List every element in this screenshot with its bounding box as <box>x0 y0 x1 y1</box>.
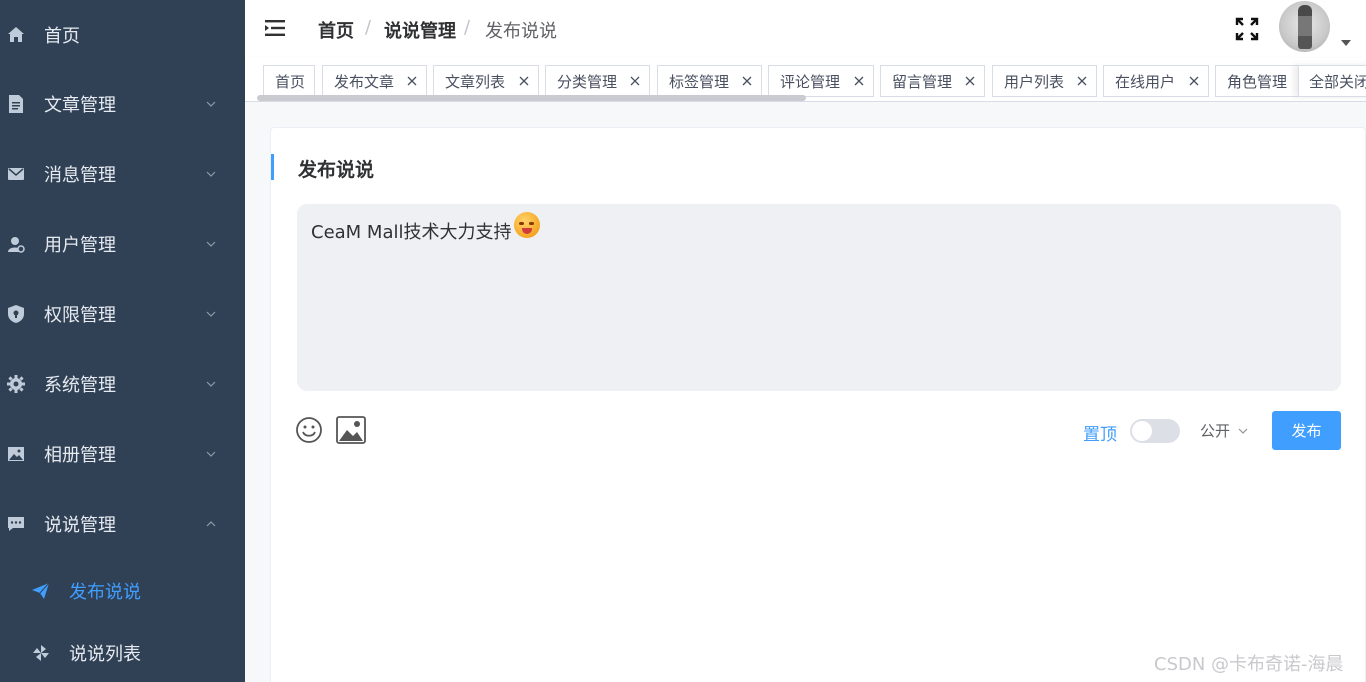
tag-label: 分类管理 <box>557 72 618 91</box>
hamburger-menu-icon[interactable] <box>265 18 287 38</box>
breadcrumb-separator: / <box>365 17 372 38</box>
pin-toggle[interactable] <box>1130 419 1180 443</box>
sidebar-item-label: 发布说说 <box>69 582 141 603</box>
tag-label: 文章列表 <box>445 72 506 91</box>
mail-icon <box>7 165 25 183</box>
close-icon[interactable] <box>741 75 753 87</box>
close-all-tags-button[interactable]: 全部关闭 <box>1298 65 1366 97</box>
visibility-value: 公开 <box>1200 422 1231 440</box>
tag-label: 留言管理 <box>892 72 953 91</box>
gear-icon <box>7 375 25 393</box>
avatar-figure <box>1298 5 1312 49</box>
page-title: 发布说说 <box>298 159 375 181</box>
close-all-label: 全部关闭 <box>1309 72 1366 91</box>
avatar[interactable] <box>1279 1 1330 52</box>
user-icon <box>7 235 25 253</box>
photo-icon <box>7 445 25 463</box>
sidebar-item-system[interactable]: 系统管理 <box>0 349 245 419</box>
tag-user-list[interactable]: 用户列表 <box>992 65 1097 97</box>
sidebar-item-label: 说说列表 <box>69 644 141 665</box>
chevron-up-icon <box>206 521 216 527</box>
emoji-image <box>514 212 540 238</box>
tag-label: 发布文章 <box>334 72 395 91</box>
tags-scrollbar[interactable] <box>257 95 806 101</box>
sidebar-item-albums[interactable]: 相册管理 <box>0 419 245 489</box>
tag-label: 评论管理 <box>780 72 841 91</box>
chevron-down-icon <box>206 311 216 317</box>
publish-talk-card: 发布说说 CeaM Mall技术大力支持 置顶 公开 发布 <box>270 127 1366 682</box>
emoji-mouth <box>522 228 532 234</box>
send-icon <box>32 582 50 600</box>
watermark: CSDN @卡布奇诺-海晨 <box>1154 654 1344 675</box>
sidebar-item-talks[interactable]: 说说管理 <box>0 489 245 559</box>
sidebar: 首页 文章管理 消息管理 用户管理 权限管理 系统管理 相册管理 说说管理 发布… <box>0 0 245 682</box>
chevron-down-icon <box>206 101 216 107</box>
breadcrumb-separator: / <box>464 17 471 38</box>
image-upload-icon[interactable] <box>336 416 366 444</box>
breadcrumb-item[interactable]: 首页 <box>318 17 354 43</box>
tag-label: 标签管理 <box>669 72 730 91</box>
main-content: 发布说说 CeaM Mall技术大力支持 置顶 公开 发布 <box>245 102 1366 682</box>
title-accent-bar <box>271 154 274 180</box>
sidebar-item-articles[interactable]: 文章管理 <box>0 69 245 139</box>
home-icon <box>7 26 25 44</box>
tags-view-bar: 首页 发布文章 文章列表 分类管理 标签管理 评论管理 留言管理 用户列表 在线… <box>245 58 1366 102</box>
sidebar-item-label: 说说管理 <box>44 515 116 536</box>
document-icon <box>7 95 25 113</box>
tag-tag-management[interactable]: 标签管理 <box>657 65 762 97</box>
chat-icon <box>7 515 25 533</box>
editor-content: CeaM Mall技术大力支持 <box>311 222 512 243</box>
tag-label: 角色管理 <box>1227 72 1288 91</box>
emoji-picker-icon[interactable] <box>295 416 323 444</box>
toggle-knob <box>1132 421 1152 441</box>
close-icon[interactable] <box>964 75 976 87</box>
sidebar-item-label: 权限管理 <box>44 305 116 326</box>
chevron-down-icon <box>206 241 216 247</box>
sidebar-item-label: 相册管理 <box>44 445 116 466</box>
sidebar-item-label: 首页 <box>44 26 80 47</box>
tag-article-list[interactable]: 文章列表 <box>433 65 539 97</box>
fullscreen-icon[interactable] <box>1235 17 1259 41</box>
sidebar-item-label: 文章管理 <box>44 95 116 116</box>
sidebar-subitem-publish-talk[interactable]: 发布说说 <box>0 560 245 622</box>
tag-label: 用户列表 <box>1004 72 1065 91</box>
close-icon[interactable] <box>1188 75 1200 87</box>
tag-home[interactable]: 首页 <box>263 65 315 97</box>
close-icon[interactable] <box>629 75 641 87</box>
breadcrumb-item-current: 发布说说 <box>485 21 557 42</box>
caret-down-icon[interactable] <box>1341 40 1351 46</box>
shield-icon <box>7 305 25 323</box>
sidebar-item-messages[interactable]: 消息管理 <box>0 139 245 209</box>
visibility-select[interactable]: 公开 <box>1200 420 1249 441</box>
sidebar-item-label: 用户管理 <box>44 235 116 256</box>
chevron-down-icon <box>206 171 216 177</box>
sidebar-item-label: 消息管理 <box>44 165 116 186</box>
tag-publish-article[interactable]: 发布文章 <box>322 65 427 97</box>
close-icon[interactable] <box>1076 75 1088 87</box>
tag-comment-management[interactable]: 评论管理 <box>768 65 874 97</box>
sidebar-subitem-talk-list[interactable]: 说说列表 <box>0 622 245 682</box>
pinwheel-icon <box>32 644 50 662</box>
chevron-down-icon <box>206 381 216 387</box>
close-icon[interactable] <box>406 75 418 87</box>
tag-label: 首页 <box>275 72 306 91</box>
sidebar-item-users[interactable]: 用户管理 <box>0 209 245 279</box>
tag-category-management[interactable]: 分类管理 <box>545 65 650 97</box>
tag-online-users[interactable]: 在线用户 <box>1103 65 1209 97</box>
sidebar-item-label: 系统管理 <box>44 375 116 396</box>
close-icon[interactable] <box>518 75 530 87</box>
sidebar-item-permissions[interactable]: 权限管理 <box>0 279 245 349</box>
pin-label: 置顶 <box>1083 425 1117 445</box>
tag-message-management[interactable]: 留言管理 <box>880 65 985 97</box>
chevron-down-icon <box>1238 428 1248 434</box>
sidebar-item-home[interactable]: 首页 <box>0 0 245 70</box>
publish-button[interactable]: 发布 <box>1272 411 1341 450</box>
chevron-down-icon <box>206 451 216 457</box>
top-navbar: 首页 / 说说管理 / 发布说说 <box>245 0 1366 58</box>
tag-label: 在线用户 <box>1115 72 1176 91</box>
talk-editor[interactable]: CeaM Mall技术大力支持 <box>297 204 1341 391</box>
close-icon[interactable] <box>853 75 865 87</box>
breadcrumb-item[interactable]: 说说管理 <box>384 17 456 43</box>
